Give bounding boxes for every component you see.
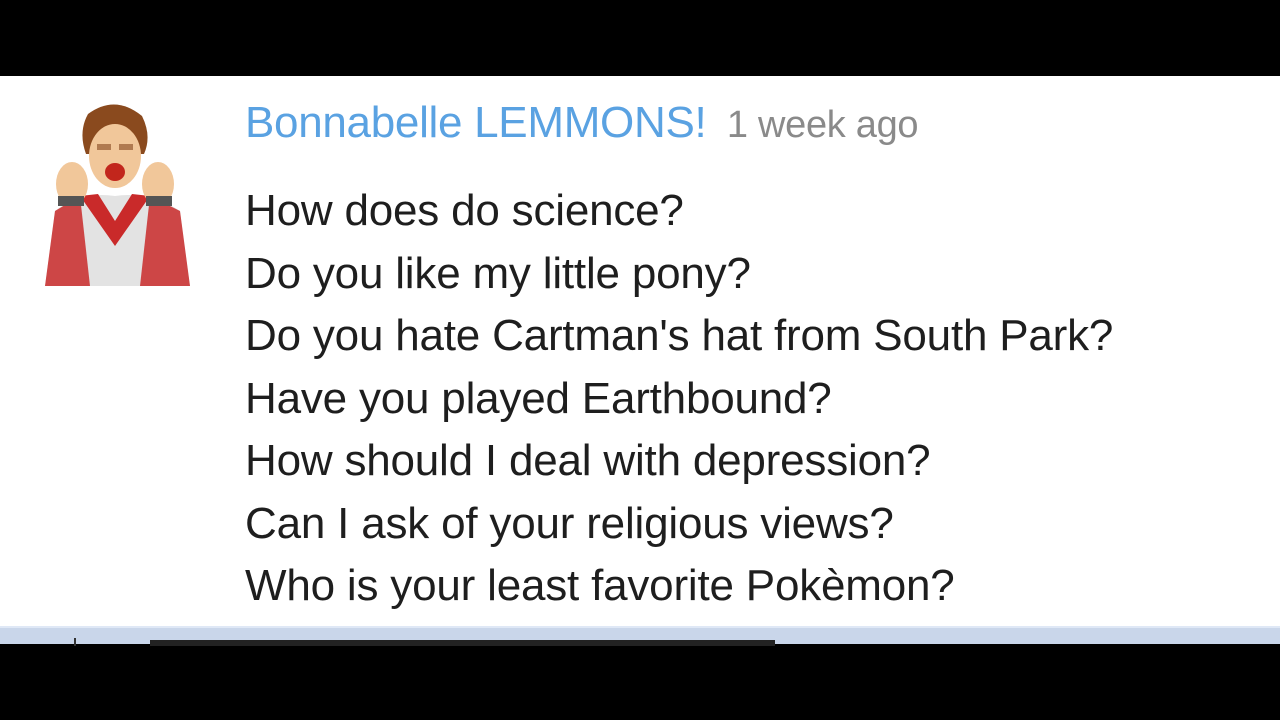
video-frame: Bonnabelle LEMMONS! 1 week ago How does … [0,0,1280,720]
scrollbar-tick [74,638,76,646]
comment-line: Can I ask of your religious views? [245,498,894,548]
avatar[interactable] [20,96,210,286]
scrollbar-thumb[interactable] [150,640,775,646]
comment-line: Who is your least favorite Pokèmon? [245,561,955,610]
comment-body: How does do science? Do you like my litt… [245,180,1113,618]
author-name[interactable]: Bonnabelle LEMMONS! [245,98,707,147]
comment-line: Have you played Earthbound? [245,373,832,423]
comment-timestamp[interactable]: 1 week ago [727,104,919,146]
horizontal-scrollbar[interactable] [0,626,1280,646]
comment-line: How should I deal with depression? [245,436,931,485]
comment-header: Bonnabelle LEMMONS! 1 week ago [245,98,919,148]
comment-line: How does do science? [245,186,684,235]
avatar-image [45,104,190,286]
comment-line: Do you hate Cartman's hat from South Par… [245,311,1114,360]
comment-card: Bonnabelle LEMMONS! 1 week ago How does … [0,76,1280,626]
comment-line: Do you like my little pony? [245,248,751,298]
